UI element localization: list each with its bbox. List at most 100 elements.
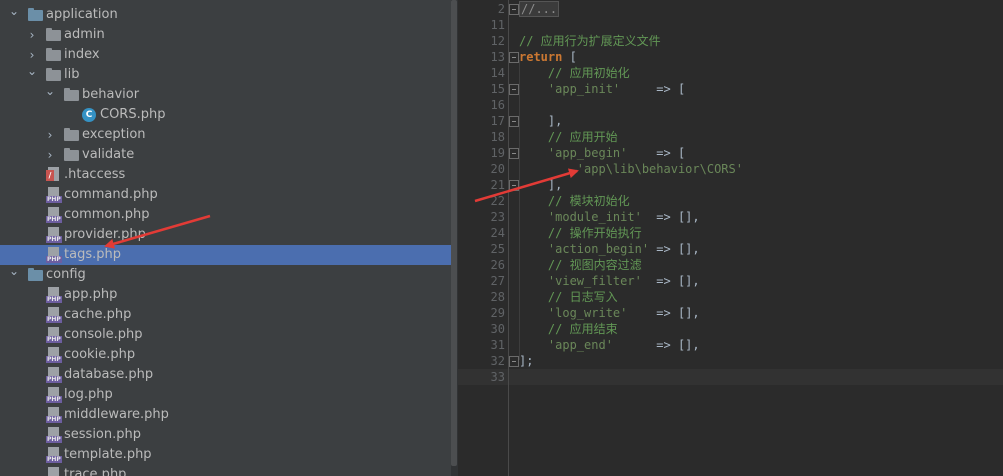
tree-item-label: provider.php	[64, 227, 146, 242]
tree-scrollbar[interactable]	[451, 0, 457, 466]
folder-icon	[46, 48, 61, 61]
fold-marker-icon[interactable]	[509, 116, 519, 127]
code-line[interactable]: 12 // 应用行为扩展定义文件	[458, 33, 1003, 49]
chevron-right-icon[interactable]: ›	[43, 146, 57, 164]
code-line[interactable]: 24 // 操作开始执行	[458, 225, 1003, 241]
code-line[interactable]: 33	[458, 369, 1003, 385]
code-text: 'app_init' => [	[547, 82, 686, 96]
code-line[interactable]: 2 //...	[458, 1, 1003, 17]
tree-item-cookie-php[interactable]: PHP cookie.php	[0, 345, 451, 365]
line-number: 17	[490, 114, 505, 128]
code-line[interactable]: 23 'module_init' => [],	[458, 209, 1003, 225]
folder-icon	[46, 68, 61, 81]
tree-item-label: tags.php	[64, 247, 121, 262]
php-file-icon: PHP	[46, 467, 62, 476]
code-editor[interactable]: 2//... 11 12// 应用行为扩展定义文件 13 return [14 // 应…	[458, 0, 1003, 476]
tree-item-validate[interactable]: › validate	[0, 145, 451, 165]
fold-marker-icon[interactable]	[509, 52, 519, 63]
fold-marker-icon[interactable]	[509, 356, 519, 367]
chevron-down-icon[interactable]: ⌄	[7, 262, 21, 280]
tree-item-label: index	[64, 47, 100, 62]
tree-item-lib[interactable]: ⌄ lib	[0, 62, 451, 85]
php-file-icon: PHP	[46, 407, 62, 423]
code-text: // 模块初始化	[519, 194, 630, 208]
line-number: 18	[490, 130, 505, 144]
tree-item-cors-php[interactable]: C CORS.php	[0, 105, 451, 125]
line-number: 19	[490, 146, 505, 160]
tree-item-console-php[interactable]: PHP console.php	[0, 325, 451, 345]
collapsed-region[interactable]: //...	[519, 1, 560, 17]
code-line[interactable]: 21 ],	[458, 177, 1003, 193]
tree-item-label: template.php	[64, 447, 152, 462]
chevron-down-icon[interactable]: ⌄	[43, 82, 57, 100]
tree-item-session-php[interactable]: PHP session.php	[0, 425, 451, 445]
fold-marker-icon[interactable]	[509, 4, 519, 15]
php-file-icon: PHP	[46, 247, 62, 263]
fold-marker-icon[interactable]	[509, 84, 519, 95]
tree-item-middleware-php[interactable]: PHP middleware.php	[0, 405, 451, 425]
tree-item-application[interactable]: ⌄ application	[0, 2, 451, 25]
fold-marker-icon[interactable]	[509, 180, 519, 191]
tree-item-config[interactable]: ⌄ config	[0, 262, 451, 285]
tree-item-tags-php[interactable]: PHP tags.php	[0, 245, 451, 265]
tree-item-label: behavior	[82, 87, 140, 102]
folder-icon	[28, 268, 43, 281]
code-line[interactable]: 16	[458, 97, 1003, 113]
tree-item-command-php[interactable]: PHP command.php	[0, 185, 451, 205]
tree-item-label: cache.php	[64, 307, 132, 322]
code-text: // 视图内容过滤	[519, 258, 642, 272]
code-line[interactable]: 25 'action_begin' => [],	[458, 241, 1003, 257]
tree-item-log-php[interactable]: PHP log.php	[0, 385, 451, 405]
code-line[interactable]: 22 // 模块初始化	[458, 193, 1003, 209]
fold-marker-icon[interactable]	[509, 148, 519, 159]
line-number: 15	[490, 82, 505, 96]
chevron-right-icon[interactable]: ›	[43, 126, 57, 144]
line-number: 27	[490, 274, 505, 288]
tree-item-cache-php[interactable]: PHP cache.php	[0, 305, 451, 325]
tree-item-label: app.php	[64, 287, 118, 302]
tree-item-label: console.php	[64, 327, 143, 342]
tree-item-label: common.php	[64, 207, 150, 222]
tree-item-index[interactable]: › index	[0, 45, 451, 65]
tree-item-htaccess[interactable]: / .htaccess	[0, 165, 451, 185]
chevron-right-icon[interactable]: ›	[25, 26, 39, 44]
code-line[interactable]: 32];	[458, 353, 1003, 369]
code-text: 'module_init' => [],	[547, 210, 700, 224]
tree-item-provider-php[interactable]: PHP provider.php	[0, 225, 451, 245]
code-line[interactable]: 17 ],	[458, 113, 1003, 129]
php-file-icon: PHP	[46, 327, 62, 343]
tree-item-exception[interactable]: › exception	[0, 125, 451, 145]
line-number: 22	[490, 194, 505, 208]
tree-item-template-php[interactable]: PHP template.php	[0, 445, 451, 465]
tree-item-behavior[interactable]: ⌄ behavior	[0, 82, 451, 105]
php-file-icon: PHP	[46, 347, 62, 363]
line-number: 24	[490, 226, 505, 240]
tree-item-database-php[interactable]: PHP database.php	[0, 365, 451, 385]
code-line[interactable]: 26 // 视图内容过滤	[458, 257, 1003, 273]
code-line[interactable]: 30 // 应用结束	[458, 321, 1003, 337]
tree-item-common-php[interactable]: PHP common.php	[0, 205, 451, 225]
code-line[interactable]: 11	[458, 17, 1003, 33]
tree-item-app-php[interactable]: PHP app.php	[0, 285, 451, 305]
chevron-down-icon[interactable]: ⌄	[7, 2, 21, 20]
code-line[interactable]: 14 // 应用初始化	[458, 65, 1003, 81]
code-line[interactable]: 29 'log_write' => [],	[458, 305, 1003, 321]
code-line[interactable]: 31 'app_end' => [],	[458, 337, 1003, 353]
code-line[interactable]: 18 // 应用开始	[458, 129, 1003, 145]
tree-item-admin[interactable]: › admin	[0, 25, 451, 45]
chevron-down-icon[interactable]: ⌄	[25, 62, 39, 80]
tree-item-label: command.php	[64, 187, 158, 202]
code-line[interactable]: 13 return [	[458, 49, 1003, 65]
code-line[interactable]: 28 // 日志写入	[458, 289, 1003, 305]
code-line[interactable]: 27 'view_filter' => [],	[458, 273, 1003, 289]
line-number: 14	[490, 66, 505, 80]
tree-item-trace-php[interactable]: PHPtrace.php	[0, 465, 451, 476]
line-number: 21	[490, 178, 505, 192]
code-line[interactable]: 20 'app\lib\behavior\CORS'	[458, 161, 1003, 177]
code-line[interactable]: 19 'app_begin' => [	[458, 145, 1003, 161]
tree-item-label: cookie.php	[64, 347, 136, 362]
tree-item-label: application	[46, 7, 118, 22]
code-line[interactable]: 15 'app_init' => [	[458, 81, 1003, 97]
project-tree: ⌄ application › admin › index ⌄ lib ⌄ behavior C CO…	[0, 0, 451, 476]
tree-item-label: validate	[82, 147, 135, 162]
